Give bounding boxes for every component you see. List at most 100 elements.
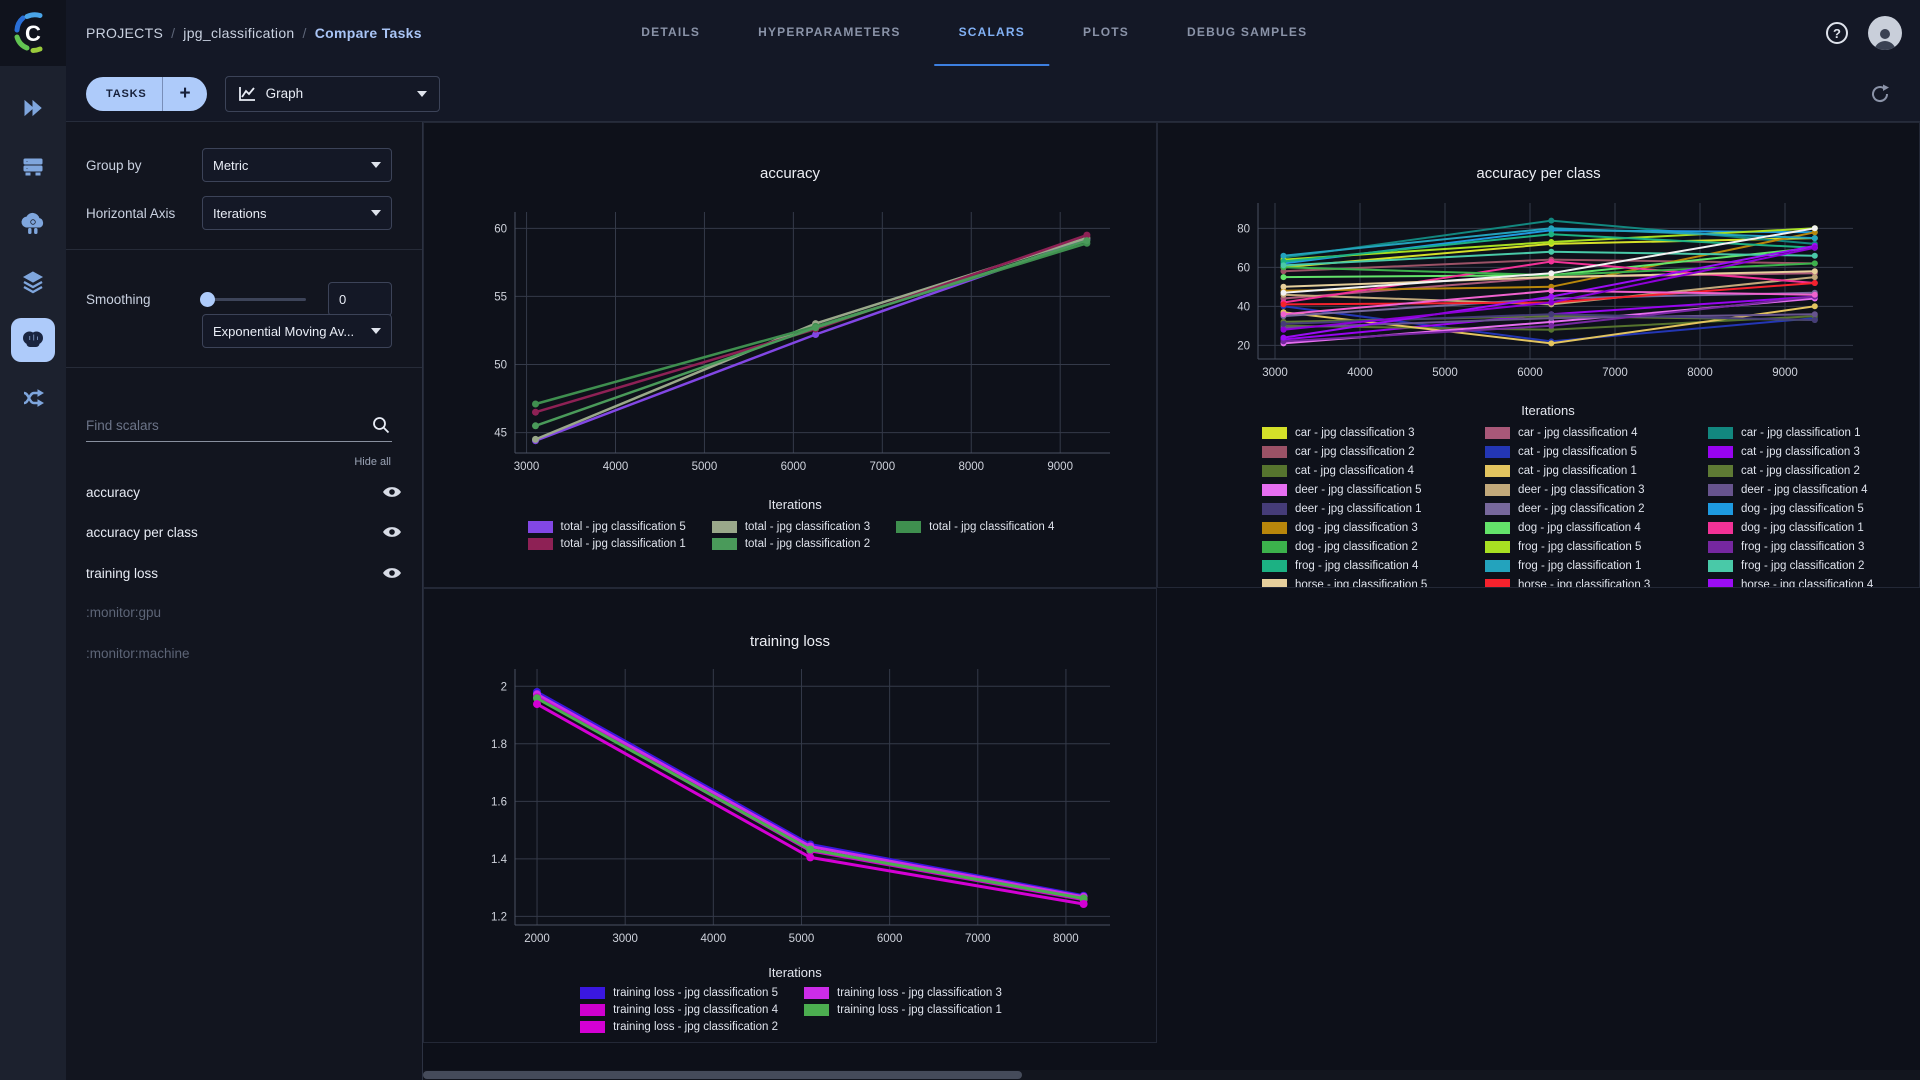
legend-item[interactable]: dog - jpg classification 5: [1708, 503, 1913, 515]
legend-item[interactable]: dog - jpg classification 2: [1262, 541, 1467, 553]
legend-item[interactable]: total - jpg classification 1: [527, 538, 686, 550]
tab-plots[interactable]: PLOTS: [1059, 0, 1153, 66]
legend-item[interactable]: horse - jpg classification 3: [1485, 579, 1690, 587]
legend-swatch: [1262, 560, 1287, 572]
svg-text:4000: 4000: [603, 461, 629, 473]
legend-item[interactable]: training loss - jpg classification 4: [580, 1004, 778, 1016]
svg-text:6000: 6000: [1517, 367, 1543, 379]
tab-details[interactable]: DETAILS: [617, 0, 724, 66]
legend-item[interactable]: training loss - jpg classification 1: [804, 1004, 1002, 1016]
legend-item[interactable]: total - jpg classification 5: [527, 521, 686, 533]
training-loss-chart-canvas[interactable]: 2000 3000 4000 5000 6000 7000 8000 1.2 1.4 1.6 1.8…: [460, 655, 1130, 955]
legend-item[interactable]: cat - jpg classification 4: [1262, 465, 1467, 477]
legend-item[interactable]: frog - jpg classification 4: [1262, 560, 1467, 572]
legend-item[interactable]: horse - jpg classification 5: [1262, 579, 1467, 587]
legend-swatch: [1485, 522, 1510, 534]
legend-label: deer - jpg classification 3: [1518, 484, 1645, 496]
legend-item[interactable]: total - jpg classification 2: [711, 538, 870, 550]
legend-item[interactable]: car - jpg classification 1: [1708, 427, 1913, 439]
tab-hyperparameters[interactable]: HYPERPARAMETERS: [734, 0, 924, 66]
visibility-eye-icon[interactable]: [382, 566, 402, 580]
legend-item[interactable]: frog - jpg classification 3: [1708, 541, 1913, 553]
rail-pipelines-icon[interactable]: [11, 376, 55, 420]
legend-swatch: [1708, 560, 1733, 572]
legend-swatch: [1708, 427, 1733, 439]
legend-item[interactable]: total - jpg classification 3: [711, 521, 870, 533]
view-mode-select[interactable]: Graph: [224, 75, 440, 112]
legend-item[interactable]: frog - jpg classification 2: [1708, 560, 1913, 572]
legend-item[interactable]: training loss - jpg classification 3: [804, 987, 1002, 999]
add-task-button[interactable]: +: [163, 83, 206, 105]
scalar-item-accuracy[interactable]: accuracy: [86, 480, 402, 504]
user-avatar[interactable]: [1868, 16, 1902, 50]
legend-label: frog - jpg classification 3: [1741, 541, 1865, 553]
legend-item[interactable]: cat - jpg classification 5: [1485, 446, 1690, 458]
svg-text:80: 80: [1237, 223, 1250, 235]
legend-item[interactable]: horse - jpg classification 4: [1708, 579, 1913, 587]
legend-item[interactable]: cat - jpg classification 3: [1708, 446, 1913, 458]
scrollbar-thumb[interactable]: [423, 1071, 1022, 1079]
group-by-select[interactable]: Metric: [202, 148, 392, 182]
smoothing-slider-knob[interactable]: [200, 292, 215, 307]
legend-item[interactable]: deer - jpg classification 4: [1708, 484, 1913, 496]
rail-queues-icon[interactable]: [11, 144, 55, 188]
legend-swatch: [896, 521, 922, 533]
legend-item[interactable]: deer - jpg classification 5: [1262, 484, 1467, 496]
legend-item[interactable]: total - jpg classification 4: [896, 521, 1054, 533]
rail-datasets-icon[interactable]: [11, 260, 55, 304]
visibility-eye-icon[interactable]: [382, 525, 402, 539]
legend-item[interactable]: cat - jpg classification 1: [1485, 465, 1690, 477]
auto-refresh-icon[interactable]: [1866, 80, 1894, 108]
tasks-button[interactable]: TASKS: [86, 88, 162, 100]
legend-item[interactable]: deer - jpg classification 3: [1485, 484, 1690, 496]
hide-all-button[interactable]: Hide all: [354, 456, 391, 468]
legend-swatch: [1485, 484, 1510, 496]
rail-projects-icon[interactable]: [11, 318, 55, 362]
legend-item[interactable]: training loss - jpg classification 5: [580, 987, 778, 999]
scalar-item-monitor-gpu[interactable]: :monitor:gpu: [86, 600, 402, 624]
tab-scalars[interactable]: SCALARS: [934, 0, 1049, 66]
svg-text:5000: 5000: [789, 933, 815, 945]
legend-item[interactable]: car - jpg classification 2: [1262, 446, 1467, 458]
scalar-item-training-loss[interactable]: training loss: [86, 561, 402, 585]
legend-label: deer - jpg classification 2: [1518, 503, 1645, 515]
scalar-item-accuracy-per-class[interactable]: accuracy per class: [86, 520, 402, 544]
scalar-label: accuracy per class: [86, 524, 198, 540]
legend-item[interactable]: cat - jpg classification 2: [1708, 465, 1913, 477]
rail-getting-started-icon[interactable]: [11, 86, 55, 130]
help-icon[interactable]: ?: [1826, 22, 1848, 44]
training-loss-chart-card: training loss 2000 3000 4000 5000 6000 7000 80…: [423, 588, 1157, 1043]
legend-swatch: [1262, 446, 1287, 458]
search-input[interactable]: [86, 410, 356, 440]
legend-item[interactable]: deer - jpg classification 2: [1485, 503, 1690, 515]
breadcrumb-projects[interactable]: PROJECTS: [86, 25, 163, 41]
smoothing-value-input[interactable]: [328, 282, 392, 316]
clearml-logo[interactable]: C: [0, 0, 66, 66]
accuracy-per-class-chart-canvas[interactable]: 3000 4000 5000 6000 7000 8000 9000 20 40 60 80: [1208, 189, 1888, 389]
smoothing-type-select[interactable]: Exponential Moving Av...: [202, 314, 392, 348]
legend-item[interactable]: training loss - jpg classification 2: [580, 1021, 778, 1033]
legend-item[interactable]: frog - jpg classification 1: [1485, 560, 1690, 572]
scalar-label: :monitor:gpu: [86, 604, 162, 620]
legend-item[interactable]: deer - jpg classification 1: [1262, 503, 1467, 515]
legend-item[interactable]: dog - jpg classification 1: [1708, 522, 1913, 534]
scalar-item-monitor-machine[interactable]: :monitor:machine: [86, 641, 402, 665]
horizontal-axis-select[interactable]: Iterations: [202, 196, 392, 230]
tab-debug-samples[interactable]: DEBUG SAMPLES: [1163, 0, 1331, 66]
accuracy-chart-canvas[interactable]: 3000 4000 5000 6000 7000 8000 9000 45 50 55 60: [460, 193, 1130, 483]
svg-text:7000: 7000: [870, 461, 896, 473]
legend-item[interactable]: dog - jpg classification 4: [1485, 522, 1690, 534]
smoothing-slider[interactable]: [200, 292, 306, 307]
legend-swatch: [711, 538, 737, 550]
breadcrumb-project-name[interactable]: jpg_classification: [183, 25, 294, 41]
legend-item[interactable]: car - jpg classification 3: [1262, 427, 1467, 439]
rail-workers-icon[interactable]: [11, 202, 55, 246]
svg-text:1.4: 1.4: [491, 854, 508, 866]
legend-swatch: [1485, 446, 1510, 458]
legend-item[interactable]: car - jpg classification 4: [1485, 427, 1690, 439]
svg-text:2000: 2000: [524, 933, 550, 945]
legend-item[interactable]: dog - jpg classification 3: [1262, 522, 1467, 534]
legend-item[interactable]: frog - jpg classification 5: [1485, 541, 1690, 553]
visibility-eye-icon[interactable]: [382, 485, 402, 499]
chart-title: accuracy: [759, 165, 821, 182]
